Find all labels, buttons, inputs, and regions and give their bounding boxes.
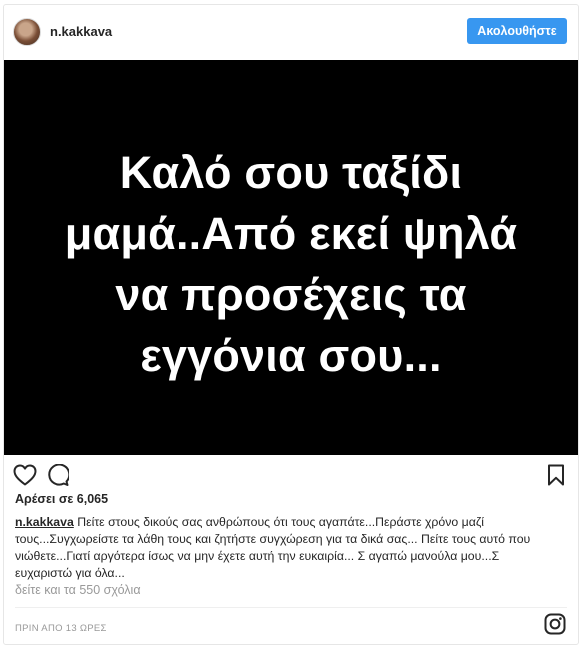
- post-image[interactable]: Καλό σου ταξίδι μαμά..Από εκεί ψηλά να π…: [4, 60, 578, 455]
- likes-count[interactable]: Αρέσει σε 6,065: [15, 492, 108, 506]
- post-image-line: να προσέχεις τα: [115, 268, 467, 320]
- post-image-line: εγγόνια σου...: [140, 329, 442, 381]
- caption-text: Πείτε στους δικούς σας ανθρώπους ότι του…: [15, 515, 531, 580]
- action-bar: [4, 457, 578, 491]
- view-comments-link[interactable]: δείτε και τα 550 σχόλια: [15, 583, 141, 597]
- follow-button[interactable]: Ακολουθήστε: [467, 18, 567, 44]
- post-image-line: μαμά..Από εκεί ψηλά: [64, 207, 518, 259]
- post-header: n.kakkava Ακολουθήστε: [4, 5, 578, 60]
- caption: n.kakkava Πείτε στους δικούς σας ανθρώπο…: [15, 514, 555, 582]
- caption-username[interactable]: n.kakkava: [15, 515, 74, 529]
- post-card: n.kakkava Ακολουθήστε Καλό σου ταξίδι μα…: [3, 4, 579, 645]
- username[interactable]: n.kakkava: [50, 24, 112, 39]
- divider: [15, 607, 567, 608]
- post-image-text: Καλό σου ταξίδι μαμά..Από εκεί ψηλά να π…: [4, 142, 578, 386]
- comment-icon[interactable]: [46, 463, 71, 491]
- instagram-icon[interactable]: [544, 613, 566, 640]
- avatar[interactable]: [13, 18, 41, 46]
- post-image-line: Καλό σου ταξίδι: [119, 146, 463, 198]
- bookmark-icon[interactable]: [547, 464, 565, 491]
- heart-icon[interactable]: [13, 464, 37, 491]
- timestamp[interactable]: ΠΡΙΝ ΑΠΟ 13 ΩΡΕΣ: [15, 623, 107, 634]
